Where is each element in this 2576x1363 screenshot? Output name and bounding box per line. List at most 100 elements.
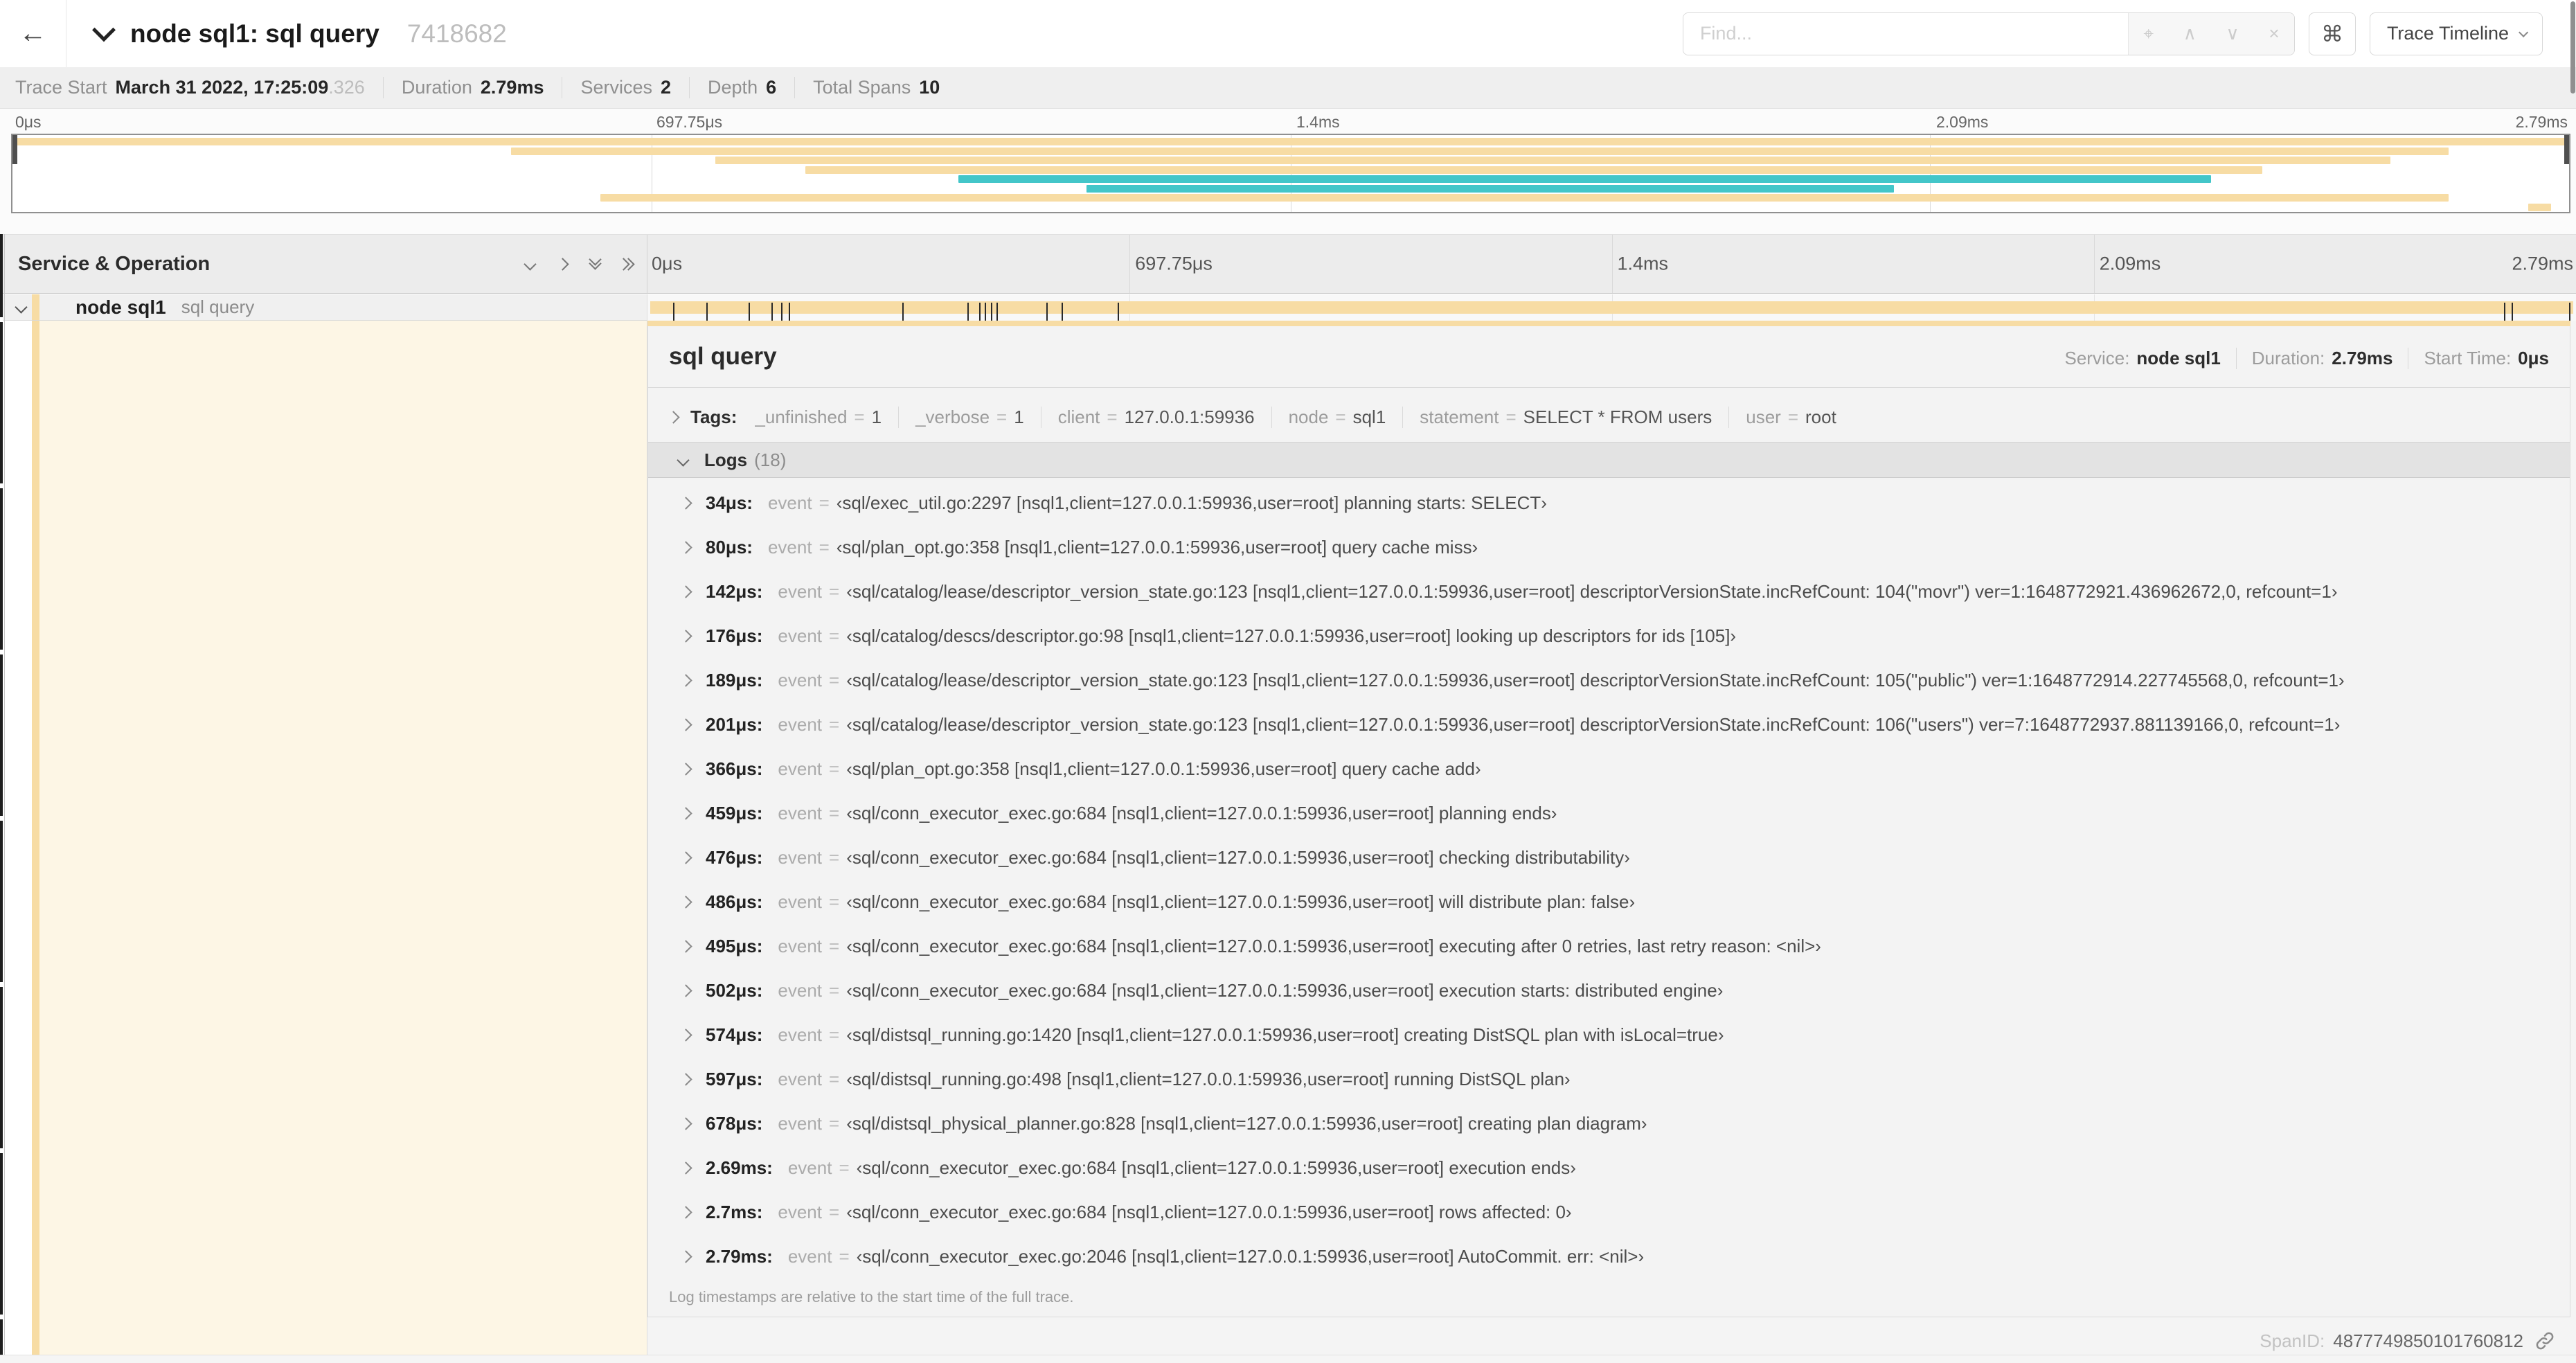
overview-label: Duration: [2251,348,2325,368]
back-arrow-icon: ← [19,18,47,48]
stat-value: 2.79ms [480,77,544,98]
log-row[interactable]: 459μs: event = ‹sql/conn_executor_exec.g… [669,791,2549,835]
tag-item: _verbose = 1 [898,406,1024,428]
locate-icon[interactable]: ⌖ [2143,23,2154,45]
log-row[interactable]: 2.7ms: event = ‹sql/conn_executor_exec.g… [669,1190,2549,1234]
log-row[interactable]: 574μs: event = ‹sql/distsql_running.go:1… [669,1013,2549,1057]
log-equals: = [829,1024,840,1045]
log-equals: = [829,891,840,912]
service-operation-title: Service & Operation [18,252,211,275]
trace-stat: Total Spans 10 [794,77,940,98]
logs-count: (18) [754,449,787,470]
log-row[interactable]: 476μs: event = ‹sql/conn_executor_exec.g… [669,835,2549,880]
log-row[interactable]: 176μs: event = ‹sql/catalog/descs/descri… [669,614,2549,658]
chevron-right-icon [679,629,692,643]
chevron-down-icon[interactable] [15,301,28,314]
tags-row[interactable]: Tags: _unfinished = 1 _verbose = 1 clien… [667,403,2549,431]
ruler-gridline [1129,235,1131,293]
range-scrubber-right-handle[interactable] [2564,135,2569,164]
tags-list: _unfinished = 1 _verbose = 1 client = 12… [755,406,1836,428]
deep-link-icon[interactable] [2534,1330,2555,1351]
collapse-all-icon[interactable] [589,253,602,270]
tag-value: sql1 [1352,406,1386,427]
logs-header[interactable]: Logs (18) [648,442,2570,478]
trace-title-toggle[interactable]: node sql1: sql query 7418682 [92,17,507,48]
log-equals: = [829,758,840,779]
log-timestamp: 476μs: [706,846,763,868]
tag-item: node = sql1 [1271,406,1386,428]
trace-id: 7418682 [406,19,507,48]
stat-label: Duration [401,77,472,98]
log-row[interactable]: 2.69ms: event = ‹sql/conn_executor_exec.… [669,1146,2549,1190]
minimap-span-bar [600,194,2449,202]
log-row[interactable]: 502μs: event = ‹sql/conn_executor_exec.g… [669,968,2549,1013]
expand-one-icon[interactable] [556,257,569,271]
log-row[interactable]: 80μs: event = ‹sql/plan_opt.go:358 [nsql… [669,525,2549,569]
detail-panel: sql query Service: node sql1 Duration: 2… [647,321,2576,1359]
log-row[interactable]: 34μs: event = ‹sql/exec_util.go:2297 [ns… [669,481,2549,525]
chevron-right-icon [679,1249,692,1263]
view-selector-label: Trace Timeline [2386,23,2509,44]
view-selector-button[interactable]: Trace Timeline [2369,12,2543,55]
log-equals: = [829,1068,840,1089]
logs-list: 34μs: event = ‹sql/exec_util.go:2297 [ns… [669,481,2549,1279]
overview-label: Start Time: [2424,348,2512,368]
tag-key: client [1057,406,1100,427]
span-duration-bar[interactable] [650,301,2573,326]
log-field-value: ‹sql/distsql_physical_planner.go:828 [ns… [846,1112,1647,1134]
timeline-tick-label: 2.09ms [2099,253,2161,274]
minimap-tick-label: 697.75μs [656,113,723,131]
log-field-key: event [778,713,823,735]
tag-key: statement [1420,406,1499,427]
log-field-key: event [778,979,823,1001]
next-match-icon[interactable]: ∨ [2226,23,2239,44]
log-row[interactable]: 495μs: event = ‹sql/conn_executor_exec.g… [669,924,2549,968]
log-row[interactable]: 189μs: event = ‹sql/catalog/lease/descri… [669,658,2549,702]
log-field-key: event [778,580,823,602]
log-field-value: ‹sql/conn_executor_exec.go:684 [nsql1,cl… [846,979,1724,1001]
minimap-tick-label: 2.09ms [1936,113,1989,131]
log-row[interactable]: 597μs: event = ‹sql/distsql_running.go:4… [669,1057,2549,1101]
log-row[interactable]: 678μs: event = ‹sql/distsql_physical_pla… [669,1101,2549,1146]
bottom-scrollbar-track[interactable] [0,1355,2576,1363]
tag-equals: = [1107,406,1118,427]
minimap-span-bar [715,157,2390,164]
keyboard-shortcuts-button[interactable]: ⌘ [2308,12,2356,55]
span-name-cell[interactable]: node sql1 sql query [0,294,647,321]
log-row[interactable]: 366μs: event = ‹sql/plan_opt.go:358 [nsq… [669,747,2549,791]
log-row[interactable]: 201μs: event = ‹sql/catalog/lease/descri… [669,702,2549,747]
log-field-key: event [787,1157,832,1178]
chevron-right-icon [679,1116,692,1130]
tag-key: user [1746,406,1781,427]
expand-all-icon[interactable] [617,257,635,271]
log-row[interactable]: 2.79ms: event = ‹sql/conn_executor_exec.… [669,1234,2549,1279]
log-field-key: event [778,891,823,912]
log-field-value: ‹sql/conn_executor_exec.go:684 [nsql1,cl… [846,802,1557,823]
collapse-one-icon[interactable] [524,257,537,271]
span-row[interactable]: node sql1 sql query [0,294,2576,326]
log-row[interactable]: 142μs: event = ‹sql/catalog/lease/descri… [669,569,2549,614]
log-field-key: event [767,492,812,513]
span-service-name: node sql1 [75,296,166,318]
minimap-span-bar [510,147,2449,155]
log-field-value: ‹sql/conn_executor_exec.go:684 [nsql1,cl… [846,891,1636,912]
log-field-key: event [778,846,823,868]
search-input[interactable] [1683,12,2128,55]
log-field-value: ‹sql/distsql_running.go:498 [nsql1,clien… [846,1068,1571,1089]
page-scrollbar-thumb[interactable] [2570,1,2575,93]
prev-match-icon[interactable]: ∧ [2183,23,2197,44]
log-equals: = [829,846,840,868]
spanid-row: SpanID: 4877749850101760812 [647,1323,2570,1359]
range-scrubber-left-handle[interactable] [12,135,17,164]
minimap-canvas[interactable] [11,134,2570,213]
log-field-value: ‹sql/distsql_running.go:1420 [nsql1,clie… [846,1024,1724,1045]
log-row[interactable]: 486μs: event = ‹sql/conn_executor_exec.g… [669,880,2549,924]
back-button[interactable]: ← [0,0,66,67]
log-field-key: event [778,1201,822,1222]
overview-item: Duration: 2.79ms [2235,348,2392,369]
clear-search-icon[interactable]: × [2269,23,2279,44]
log-timestamp: 2.79ms: [706,1245,773,1267]
log-equals: = [819,492,830,513]
span-timeline-cell[interactable] [647,294,2576,326]
log-field-value: ‹sql/conn_executor_exec.go:2046 [nsql1,c… [856,1245,1645,1267]
